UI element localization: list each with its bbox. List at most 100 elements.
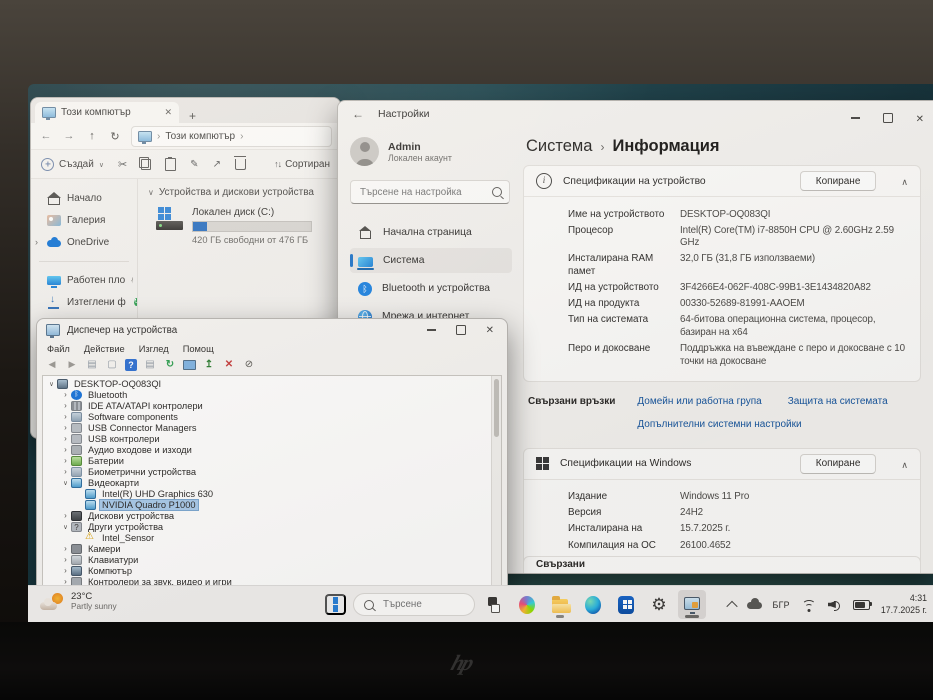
scan-hardware-icon[interactable] (163, 358, 177, 371)
breadcrumb-parent[interactable]: Система (526, 137, 592, 156)
wifi-icon[interactable] (800, 599, 818, 612)
minimize-button[interactable] (426, 329, 436, 331)
menu-item[interactable]: Помощ (183, 344, 214, 354)
address-bar[interactable]: Този компютър (131, 125, 332, 147)
copy-icon[interactable] (139, 156, 152, 170)
device-manager-button[interactable] (678, 590, 706, 619)
expander-icon[interactable] (61, 423, 70, 432)
section-header-devices[interactable]: Устройства и дискови устройства (148, 187, 334, 198)
hidden-icons-chevron[interactable] (725, 600, 738, 612)
close-button[interactable] (486, 325, 494, 336)
uninstall-device-icon[interactable] (222, 358, 236, 371)
tree-item[interactable]: Аудио входове и изходи (43, 444, 491, 455)
expander-icon[interactable] (61, 544, 70, 553)
update-driver-icon[interactable] (202, 358, 216, 371)
tree-item[interactable]: Дискови устройства (43, 510, 491, 521)
expander-icon[interactable] (61, 390, 70, 399)
maximize-button[interactable] (455, 325, 466, 335)
tree-item[interactable]: Камери (43, 543, 491, 554)
edge-button[interactable] (579, 590, 607, 619)
file-explorer-button[interactable] (546, 590, 574, 619)
settings-search-input[interactable] (358, 185, 486, 199)
back-button[interactable] (39, 130, 53, 142)
computer-icon[interactable] (183, 359, 196, 370)
expander-icon[interactable] (61, 434, 70, 443)
tree-item[interactable]: Видеокарти (43, 477, 491, 488)
expander-icon[interactable] (35, 237, 43, 247)
tree-item[interactable]: Други устройства (43, 521, 491, 532)
expander-icon[interactable] (61, 401, 70, 410)
onedrive-icon[interactable] (746, 597, 762, 609)
expander-icon[interactable] (61, 456, 70, 465)
device-specs-header[interactable]: i Спецификации на устройство Копиране (524, 166, 920, 196)
back-arrow-icon[interactable] (352, 107, 364, 121)
user-profile[interactable]: Admin Локален акаунт (350, 137, 518, 166)
delete-icon[interactable] (233, 156, 246, 170)
rename-icon[interactable] (190, 158, 198, 170)
expander-icon[interactable] (61, 566, 70, 575)
expander-icon[interactable] (61, 478, 70, 487)
maximize-button[interactable] (882, 113, 893, 123)
tab-this-pc[interactable]: Този компютър ✕ (35, 102, 179, 123)
tree-item[interactable]: USB Connector Managers (43, 422, 491, 433)
sidebar-item[interactable]: Изтеглени ф ↻ (31, 291, 137, 313)
tree-item[interactable]: Контролери за звук, видео и игри (43, 576, 491, 585)
up-button[interactable] (85, 130, 99, 142)
copy-device-specs-button[interactable]: Копиране (799, 171, 877, 191)
tree-item[interactable]: Intel_Sensor (43, 531, 491, 543)
expander-icon[interactable] (61, 445, 70, 454)
tree-item[interactable]: Биометрични устройства (43, 466, 491, 477)
cut-icon[interactable] (118, 158, 127, 171)
refresh-button[interactable] (108, 130, 122, 143)
menu-item[interactable]: Файл (47, 344, 70, 354)
tab-close-icon[interactable]: ✕ (164, 107, 172, 118)
expander-icon[interactable] (61, 522, 70, 531)
expander-icon[interactable] (61, 577, 70, 585)
chevron-up-icon[interactable] (901, 172, 908, 190)
tree-item[interactable]: Bluetooth (43, 389, 491, 400)
volume-icon[interactable] (828, 599, 842, 611)
tree-item[interactable]: Intel(R) UHD Graphics 630 (43, 488, 491, 499)
expander-icon[interactable] (61, 511, 70, 520)
settings-nav-item[interactable]: Bluetooth и устройства (350, 276, 512, 301)
language-indicator[interactable]: БГР (773, 600, 790, 610)
tree-item[interactable]: Батерии (43, 455, 491, 466)
windows-specs-header[interactable]: Спецификации на Windows Копиране (524, 449, 920, 479)
menu-item[interactable]: Изглед (139, 344, 169, 354)
battery-icon[interactable] (852, 599, 873, 610)
sidebar-item[interactable]: Работен пло ↻ (31, 261, 137, 291)
taskbar-search[interactable] (353, 593, 475, 616)
related-link[interactable]: Допълнителни системни настройки (637, 419, 801, 430)
sidebar-item[interactable]: OneDrive ↻ (31, 231, 137, 253)
settings-nav-item[interactable]: Начална страница (350, 220, 512, 245)
minimize-button[interactable] (850, 117, 860, 119)
expander-icon[interactable] (61, 555, 70, 564)
share-icon[interactable] (213, 158, 221, 170)
tree-item[interactable]: IDE ATA/ATAPI контролери (43, 400, 491, 411)
menu-item[interactable]: Действие (84, 344, 125, 354)
expander-icon[interactable] (61, 412, 70, 421)
sidebar-item[interactable]: Галерия ↻ (31, 209, 137, 231)
related-link[interactable]: Защита на системата (788, 396, 888, 407)
new-tab-button[interactable]: + (189, 109, 196, 123)
copilot-button[interactable] (513, 590, 541, 619)
new-button[interactable]: Създай (41, 157, 104, 171)
settings-nav-item[interactable]: Система (350, 248, 512, 273)
scrollbar-thumb[interactable] (493, 379, 499, 437)
clock[interactable]: 4:31 17.7.2025 г. (881, 593, 927, 617)
scrollbar[interactable] (491, 376, 501, 585)
microsoft-store-button[interactable] (612, 590, 640, 619)
task-view-button[interactable] (480, 590, 508, 619)
start-button[interactable] (325, 594, 346, 615)
tree-item[interactable]: DESKTOP-OQ083QI (43, 378, 491, 389)
expander-icon[interactable] (47, 379, 56, 388)
tree-item[interactable]: Software components (43, 411, 491, 422)
tree-item[interactable]: USB контролери (43, 433, 491, 444)
navigate-back-icon[interactable] (45, 358, 59, 371)
navigate-forward-icon[interactable] (65, 358, 79, 371)
chevron-up-icon[interactable] (901, 455, 908, 473)
devices-by-type-icon[interactable] (143, 358, 157, 371)
local-disk-item[interactable]: Локален диск (C:) 420 ГБ свободни от 476… (156, 207, 334, 245)
close-button[interactable] (916, 109, 924, 127)
settings-button[interactable] (645, 590, 673, 619)
